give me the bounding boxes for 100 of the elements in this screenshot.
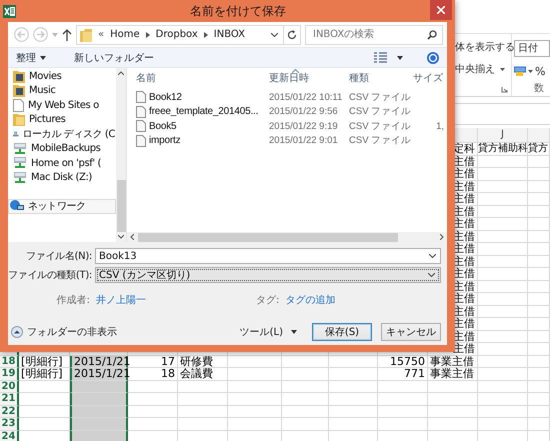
file-row[interactable]: freee_template_201405... 2015/01/22 9:56 CSV ファイル [133,104,447,119]
scrollbar[interactable] [127,232,447,242]
hide-folders-button[interactable]: フォルダーの非表示 [8,325,117,339]
help-icon[interactable] [427,52,439,64]
percent-button[interactable]: % [535,65,546,78]
tools-button[interactable]: ツール(L) [240,325,297,339]
collapse-icon [11,326,23,338]
table-cell [528,306,550,318]
table-cell [478,206,528,218]
author-link[interactable]: 井ノ上陽一 [96,293,146,307]
table-cell [428,380,478,393]
table-cell [528,406,550,418]
table-cell [228,393,282,406]
file-size: 1, [435,120,444,132]
scroll-up-icon[interactable] [118,71,124,75]
file-row[interactable]: Book5 2015/01/22 9:19 CSV ファイル 1, [133,119,447,134]
folder-icon [80,28,92,42]
breadcrumb[interactable]: INBOX [214,29,245,40]
row-number[interactable]: 20 [0,380,19,393]
new-folder-button[interactable]: 新しいフォルダー [72,50,156,64]
table-cell [528,318,550,330]
caret-icon[interactable] [397,56,403,60]
address-bar[interactable]: « Home Dropbox INBOX [76,24,284,44]
modified-date: 2015/01/22 9:19 [269,120,339,132]
table-cell [128,406,178,418]
modified-date: 2015/01/22 10:11 [269,92,344,103]
file-row[interactable]: Book12 2015/01/22 10:11 CSV ファイル [133,90,447,104]
table-cell [228,368,282,380]
file-type-dropdown[interactable]: CSV (カンマ区切り) [95,267,441,283]
view-options-icon[interactable] [374,52,387,63]
field-label: ファイルの種類(T): [8,268,93,282]
table-cell [478,180,528,193]
save-button[interactable]: 保存(S) [312,323,372,341]
filename-field[interactable]: Book13 [95,248,441,264]
row-number[interactable]: 19 [0,368,19,380]
scroll-down-icon[interactable] [118,235,124,239]
nav-item[interactable]: MobileBackups [8,142,116,156]
table-cell [528,280,550,293]
table-cell [70,418,128,430]
column-header[interactable]: サイズ [413,71,444,85]
breadcrumb-chevron[interactable]: « [98,29,104,40]
table-cell [428,393,478,406]
number-format-field[interactable]: 日付 [514,40,550,57]
dialog-launcher-icon[interactable] [501,86,508,93]
scroll-right-icon[interactable] [440,234,444,240]
table-cell [528,330,550,343]
caret-icon [291,330,297,334]
table-cell [70,406,128,418]
file-type: CSV ファイル [349,134,412,148]
table-cell [128,393,178,406]
table-cell [70,380,128,393]
nav-item[interactable]: Music [8,84,116,98]
up-arrow-icon[interactable] [62,28,72,40]
file-name: Book5 [149,120,176,132]
folder-icon [13,113,25,126]
column-header[interactable]: 名前 [133,71,269,85]
refresh-button[interactable] [283,24,301,44]
separator-icon[interactable] [204,32,208,38]
row-number[interactable]: 18 [0,356,19,368]
separator-icon[interactable] [146,32,150,38]
column-header[interactable]: 更新日時 [269,71,349,85]
breadcrumb[interactable]: Dropbox [156,29,198,40]
nav-item[interactable]: Home on 'psf' ( [8,156,116,170]
dropdown-icon[interactable] [271,32,278,36]
scroll-left-icon[interactable] [130,234,134,240]
row-number[interactable]: 21 [0,393,19,406]
nav-item[interactable]: ネットワーク [8,199,116,214]
organize-button[interactable]: 整理 [14,50,48,64]
nav-item[interactable]: ローカル ディスク (C [8,127,116,142]
window-title: 名前を付けて保存 [189,2,287,20]
nav-item[interactable]: My Web Sites o [8,98,116,112]
currency-format-icon[interactable] [514,66,526,77]
table-cell [478,368,528,380]
nav-item[interactable]: Pictures [8,112,116,127]
scrollbar[interactable] [116,68,126,242]
row-number[interactable]: 22 [0,406,19,418]
column-header[interactable]: J [478,128,528,143]
table-cell [478,406,528,418]
nav-item[interactable]: Mac Disk (Z:) [8,170,116,185]
breadcrumb[interactable]: Home [110,29,140,40]
nav-item[interactable]: Movies [8,69,116,84]
row-number[interactable]: 23 [0,418,19,430]
column-header[interactable]: 種類 [349,71,413,85]
table-cell [478,243,528,256]
close-button[interactable] [430,0,452,20]
file-name: importz [149,135,180,146]
document-icon [136,134,146,147]
table-cell [528,218,550,230]
table-cell [528,193,550,206]
table-cell [378,418,428,430]
table-cell [329,380,378,393]
table-cell [428,418,478,430]
table-cell [528,243,550,256]
search-field[interactable]: INBOXの検索 [305,24,443,44]
add-tag-link[interactable]: タグの追加 [285,293,336,307]
row-number[interactable]: 24 [0,430,19,441]
merge-center-button[interactable]: 中央揃え [455,62,511,76]
modified-date: 2015/01/22 9:01 [269,135,339,146]
table-cell [228,418,282,430]
cancel-button[interactable]: キャンセル [381,323,441,341]
